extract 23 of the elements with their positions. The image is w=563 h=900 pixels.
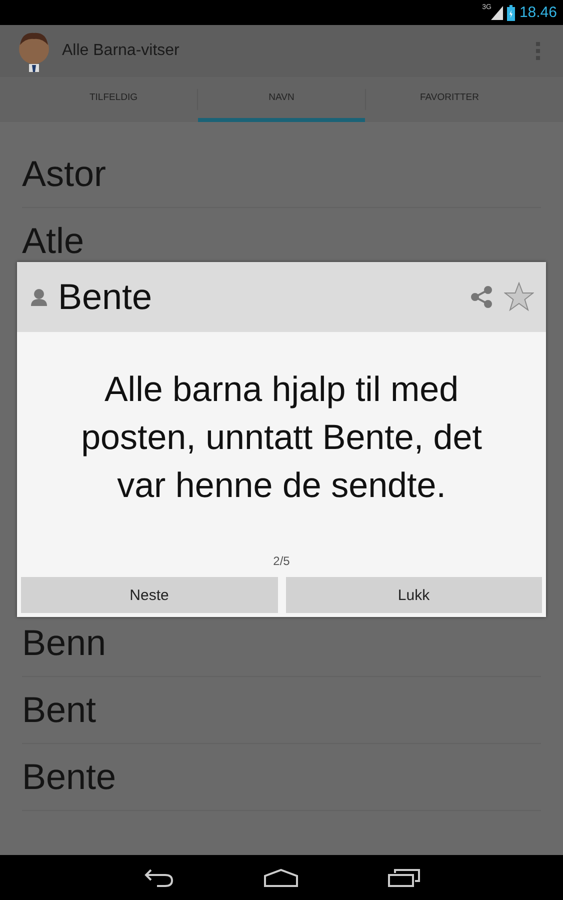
name-list-item[interactable]: Benn: [22, 623, 106, 663]
name-list-item[interactable]: Atle: [22, 221, 84, 261]
tab[interactable]: TILFELDIG: [30, 77, 197, 122]
home-icon[interactable]: [262, 868, 298, 888]
joke-text: Alle barna hjalp til med posten, unntatt Bente, det var henne de sendte.: [80, 369, 483, 507]
app-title: Alle Barna-vitser: [62, 42, 180, 60]
name-list-item[interactable]: Bent: [22, 690, 96, 730]
page-counter: 2/5: [272, 554, 291, 568]
share-icon[interactable]: [470, 285, 494, 309]
battery-icon: [507, 4, 516, 20]
dialog-button[interactable]: Lukk: [286, 577, 542, 613]
name-list-item[interactable]: Bente: [22, 757, 116, 797]
back-icon[interactable]: [142, 868, 174, 888]
avatar-icon: [16, 30, 52, 72]
name-list-item[interactable]: Astor: [22, 154, 106, 194]
person-icon: [30, 288, 48, 306]
clock-time: 18.46: [519, 4, 557, 21]
dialog-title: Bente: [58, 276, 154, 318]
tab[interactable]: FAVORITTER: [366, 77, 533, 122]
dialog-button[interactable]: Neste: [21, 577, 278, 613]
star-icon[interactable]: [504, 282, 534, 312]
signal-icon: [491, 6, 504, 20]
recent-apps-icon[interactable]: [386, 868, 420, 888]
